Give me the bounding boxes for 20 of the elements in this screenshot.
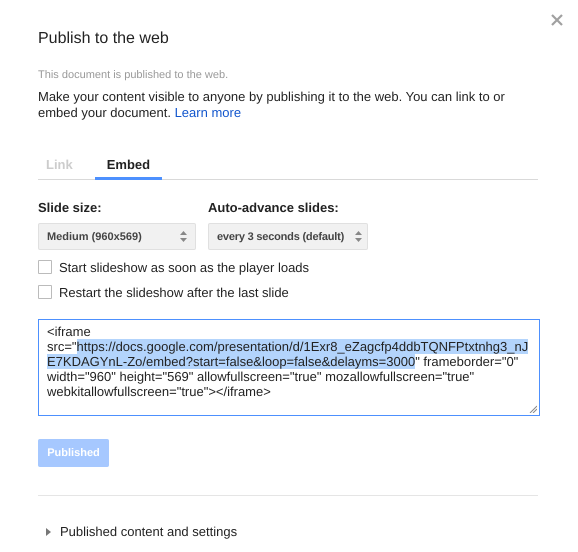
option-label: Start slideshow as soon as the player loads xyxy=(59,260,310,274)
updown-icon xyxy=(355,231,362,242)
expand-triangle-icon[interactable] xyxy=(46,528,51,536)
resize-grip-icon[interactable] xyxy=(529,405,537,413)
checkbox[interactable] xyxy=(38,260,52,274)
learn-more-link[interactable]: Learn more xyxy=(174,105,242,120)
option-label: Restart the slideshow after the last slide xyxy=(59,284,289,300)
checkbox[interactable] xyxy=(38,285,52,299)
select-label: Slide size: xyxy=(38,200,103,215)
updown-icon xyxy=(180,231,187,242)
description-text: Make your content visible to anyone by publishing it to the web. You can link to or embed your document. Learn more xyxy=(38,89,506,121)
embed-code-field[interactable]: <iframe src="https://docs.google.com/presentation/d/1Exr8_eZagcfp4ddbTQNFPtxtnhg3_nJE7KDAGYnL-Zo/embed?start=false&loop=false&delayms=3000" frameborder="0" width="960" height="569" allowfullscreen="true" mozallowfullscreen="true" webkitallowfullscreen="true"></iframe> xyxy=(38,319,540,416)
dialog-title: Publish to the web xyxy=(38,30,170,49)
dropdown[interactable]: every 3 seconds (default) xyxy=(208,223,368,250)
close-icon[interactable] xyxy=(551,14,563,26)
select-label: Auto-advance slides: xyxy=(208,200,340,215)
status-text: This document is published to the web. xyxy=(38,69,230,81)
tab[interactable]: Embed xyxy=(94,152,162,180)
dropdown[interactable]: Medium (960x569) xyxy=(38,223,196,250)
section-label[interactable]: Published content and settings xyxy=(60,524,238,539)
